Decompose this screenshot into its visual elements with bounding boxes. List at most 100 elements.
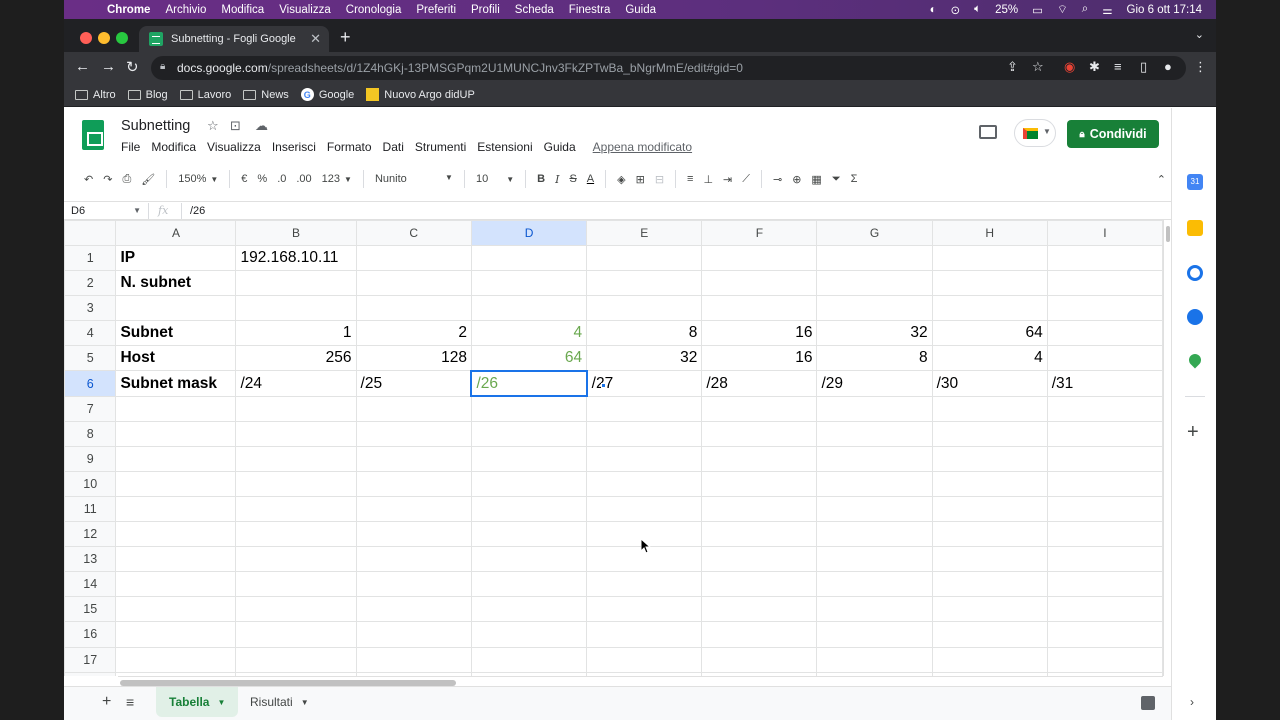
merge-cells-icon[interactable]: ⊟ (655, 173, 664, 186)
cell[interactable] (470, 621, 588, 648)
cell[interactable] (235, 495, 357, 523)
cell[interactable] (235, 621, 357, 648)
cell[interactable] (1046, 495, 1163, 523)
cell[interactable] (470, 270, 588, 297)
menu-file[interactable]: File (121, 140, 140, 154)
row-header[interactable]: 12 (64, 521, 117, 548)
collapse-toolbar-icon[interactable]: ⌃ (1157, 173, 1166, 186)
cell[interactable] (355, 395, 472, 422)
lock-icon[interactable]: 🔒︎ (160, 61, 165, 72)
cell[interactable] (470, 395, 588, 422)
cell[interactable]: 8 (586, 320, 703, 347)
menu-profili[interactable]: Profili (471, 4, 500, 16)
horizontal-scrollbar[interactable] (118, 676, 1163, 686)
cell[interactable] (115, 495, 237, 523)
cell[interactable] (1046, 295, 1163, 322)
cell[interactable]: 8 (816, 345, 933, 372)
cell[interactable]: /31 (1046, 370, 1163, 397)
cell[interactable] (701, 571, 818, 598)
undo-icon[interactable]: ↶ (84, 173, 93, 186)
row-header[interactable]: 13 (64, 546, 117, 573)
cell[interactable] (355, 445, 472, 472)
cell[interactable] (470, 521, 588, 548)
row-header[interactable]: 5 (64, 345, 117, 372)
menu-scheda[interactable]: Scheda (515, 4, 554, 16)
cell[interactable] (701, 546, 818, 573)
cell[interactable] (586, 270, 703, 297)
bookmark-argo[interactable]: Nuovo Argo didUP (366, 88, 475, 101)
column-header[interactable]: I (1046, 220, 1163, 246)
cell[interactable]: 32 (816, 320, 933, 347)
cell[interactable] (235, 295, 357, 322)
functions-icon[interactable]: Σ (851, 173, 858, 185)
menu-preferiti[interactable]: Preferiti (416, 4, 456, 16)
cell[interactable] (586, 244, 703, 272)
last-edit-link[interactable]: Appena modificato (593, 140, 692, 154)
cell[interactable] (235, 395, 357, 422)
cell[interactable] (115, 420, 237, 447)
cell[interactable] (1046, 621, 1163, 648)
star-icon[interactable]: ☆ (207, 118, 219, 134)
cell[interactable] (1046, 320, 1163, 347)
cell[interactable] (931, 571, 1048, 598)
cell[interactable] (701, 495, 818, 523)
cell[interactable] (1046, 546, 1163, 573)
corner-select-all[interactable] (64, 220, 117, 246)
doc-title[interactable]: Subnetting (121, 118, 190, 134)
row-header[interactable]: 8 (64, 420, 117, 447)
strikethrough-icon[interactable]: S (569, 173, 576, 185)
cell[interactable] (931, 495, 1048, 523)
cell[interactable] (470, 596, 588, 623)
cell[interactable]: 2 (355, 320, 472, 347)
cell[interactable] (931, 295, 1048, 322)
font-size-select[interactable]: 10 ▼ (476, 173, 514, 185)
increase-decimal-button[interactable]: .00 (296, 173, 311, 185)
cell[interactable] (1046, 270, 1163, 297)
explore-icon[interactable] (1141, 696, 1155, 710)
cell[interactable] (931, 445, 1048, 472)
more-formats-button[interactable]: 123 ▼ (322, 173, 352, 185)
cell[interactable]: Host (115, 345, 237, 372)
cell[interactable] (586, 571, 703, 598)
close-window-button[interactable] (80, 32, 92, 44)
cell[interactable] (355, 495, 472, 523)
cell[interactable] (115, 546, 237, 573)
cell[interactable] (586, 395, 703, 422)
decrease-decimal-button[interactable]: .0 (277, 173, 286, 185)
paint-format-icon[interactable]: 🖌︎ (141, 173, 155, 186)
cell[interactable]: 4 (931, 345, 1048, 372)
chart-icon[interactable]: ▦ (811, 173, 821, 186)
cell[interactable] (816, 470, 933, 497)
cell[interactable]: 4 (470, 320, 588, 347)
row-header[interactable]: 10 (64, 470, 117, 497)
cell[interactable] (816, 495, 933, 523)
cell[interactable] (586, 445, 703, 472)
cell[interactable]: 16 (701, 345, 818, 372)
cell[interactable] (235, 521, 357, 548)
cell[interactable] (115, 521, 237, 548)
cell[interactable] (1046, 571, 1163, 598)
cell[interactable] (235, 445, 357, 472)
sheet-tab-tabella[interactable]: Tabella ▼ (156, 687, 238, 717)
cell[interactable] (355, 270, 472, 297)
cell[interactable] (235, 546, 357, 573)
menu-estensioni[interactable]: Estensioni (477, 140, 532, 154)
cell[interactable] (235, 270, 357, 297)
cell[interactable]: Subnet (115, 320, 237, 347)
scrollbar-thumb[interactable] (1166, 226, 1170, 242)
cell[interactable]: 16 (701, 320, 818, 347)
cell[interactable] (701, 596, 818, 623)
row-header[interactable]: 6 (64, 370, 117, 397)
bookmark-news[interactable]: News (243, 89, 289, 101)
cell[interactable] (115, 395, 237, 422)
bookmark-altro[interactable]: Altro (75, 89, 116, 101)
cell[interactable] (355, 646, 472, 673)
menu-modifica-doc[interactable]: Modifica (151, 140, 196, 154)
cell[interactable] (1046, 445, 1163, 472)
column-header[interactable]: E (586, 220, 703, 246)
url-input[interactable]: 🔒︎ docs.google.com/spreadsheets/d/1Z4hGK… (151, 56, 1186, 80)
row-header[interactable]: 1 (64, 244, 117, 272)
cell[interactable] (931, 244, 1048, 272)
cell[interactable] (816, 445, 933, 472)
menu-formato[interactable]: Formato (327, 140, 372, 154)
